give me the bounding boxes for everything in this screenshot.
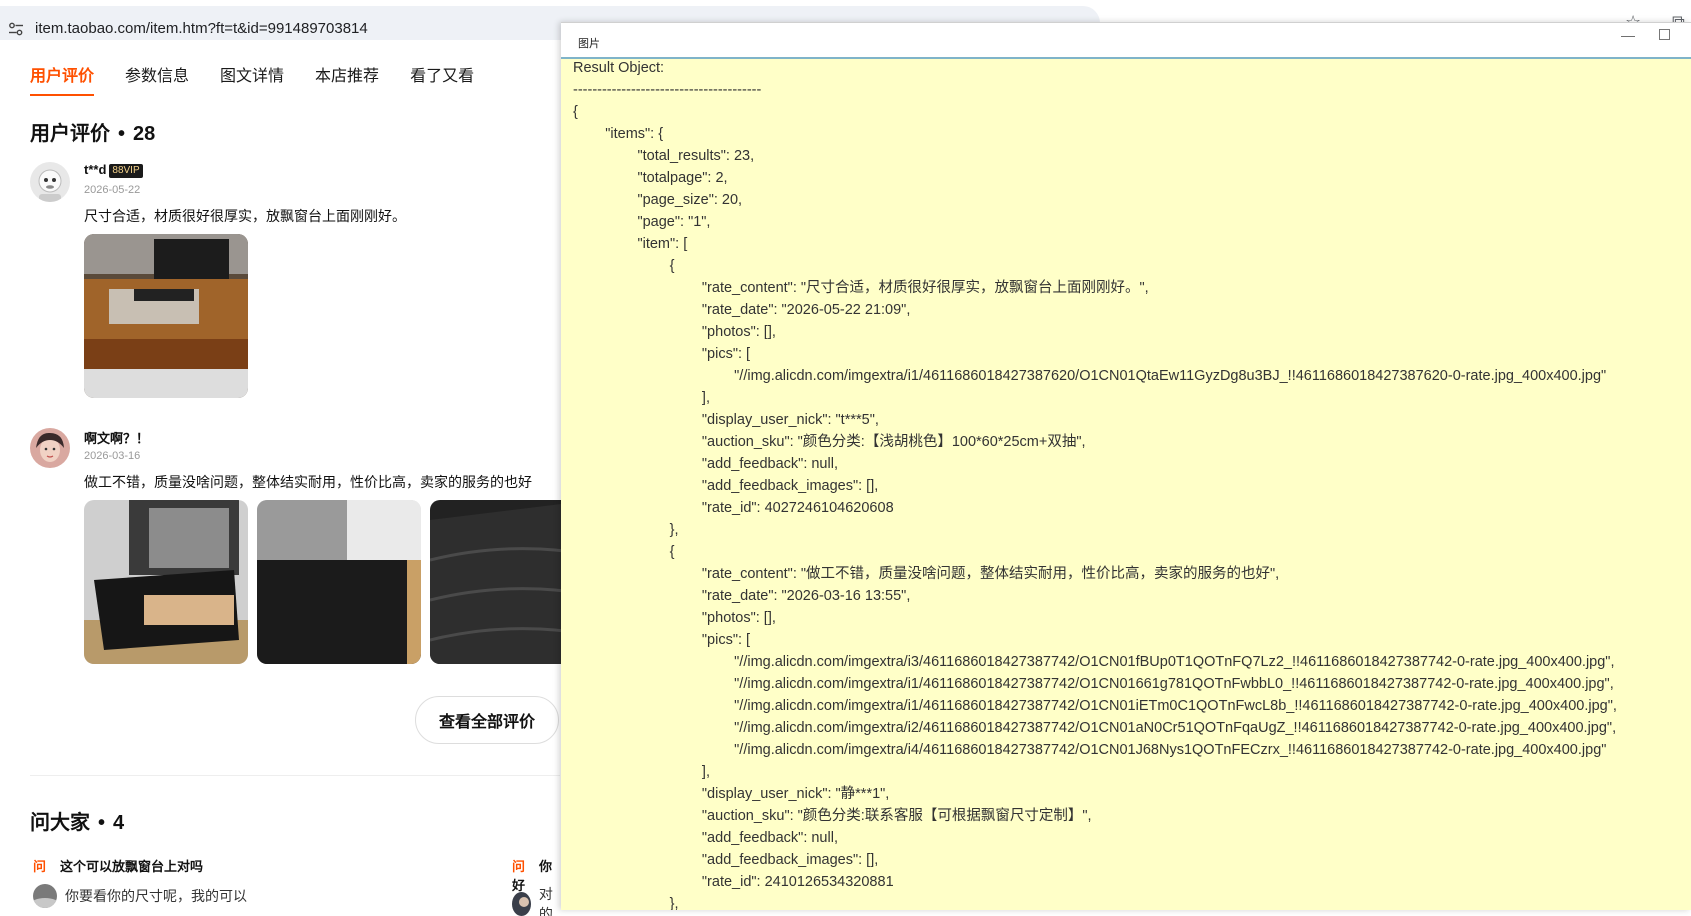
json-line: "rate_content": "做工不错，质量没啥问题，整体结实耐用，性价比高… — [573, 566, 1280, 582]
json-line: Result Object: — [573, 60, 665, 76]
json-line: "auction_sku": "颜色分类:联系客服【可根据飘窗尺寸定制】", — [573, 808, 1092, 824]
json-line: { — [573, 104, 578, 120]
answer-row: 你要看你的尺寸呢，我的可以 — [33, 884, 247, 908]
json-line: "//img.alicdn.com/imgextra/i2/4611686018… — [573, 720, 1617, 736]
avatar[interactable] — [30, 162, 70, 202]
json-line: "//img.alicdn.com/imgextra/i1/4611686018… — [573, 698, 1617, 714]
review-content: 做工不错，质量没啥问题，整体结实耐用，性价比高，卖家的服务的也好 — [84, 474, 532, 490]
view-all-reviews-button[interactable]: 查看全部评价 — [415, 696, 559, 744]
json-result-viewer: Result Object: --------------------------… — [561, 59, 1691, 910]
question-badge: 问 — [33, 859, 47, 874]
json-line: "add_feedback_images": [], — [573, 478, 879, 494]
reviews-count: 28 — [133, 123, 156, 145]
json-line: "rate_content": "尺寸合适，材质很好很厚实，放飘窗台上面刚刚好。… — [573, 280, 1149, 296]
tab-reviews[interactable]: 用户评价 — [30, 62, 95, 96]
json-line: "display_user_nick": "t***5", — [573, 412, 879, 428]
qa-item[interactable]: 问你好 对的 — [512, 856, 561, 916]
json-line: "//img.alicdn.com/imgextra/i1/4611686018… — [573, 368, 1607, 384]
json-line: "//img.alicdn.com/imgextra/i3/4611686018… — [573, 654, 1615, 670]
review-nick: 啊文啊？！ — [84, 431, 150, 446]
json-line: "auction_sku": "颜色分类:【浅胡桃色】100*60*25cm+双… — [573, 434, 1086, 450]
json-line: }, — [573, 896, 679, 910]
json-line: --------------------------------------- — [573, 82, 762, 98]
review-photo[interactable] — [84, 500, 248, 664]
json-line: "totalpage": 2, — [573, 170, 728, 186]
window-title: 图片 — [578, 38, 600, 50]
answer-text: 你要看你的尺寸呢，我的可以 — [65, 888, 247, 904]
json-line: }, — [573, 522, 679, 538]
json-line: "items": { — [573, 126, 664, 142]
review-date: 2026-05-22 — [84, 184, 141, 196]
review-photo[interactable] — [84, 234, 248, 398]
reviews-heading: 用户评价 • 28 — [30, 117, 155, 146]
review-nick: t**d 88VIP — [84, 162, 143, 178]
json-line: { — [573, 544, 675, 560]
tune-icon[interactable] — [8, 21, 24, 37]
reviews-title: 用户评价 — [30, 123, 110, 145]
tab-details[interactable]: 图文详情 — [220, 62, 284, 96]
review-content: 尺寸合适，材质很好很厚实，放飘窗台上面刚刚好。 — [84, 208, 406, 224]
review-nick-text: t**d — [84, 162, 107, 177]
review-item: t**d 88VIP 2026-05-22 尺寸合适，材质很好很厚实，放飘窗台上面… — [30, 162, 560, 412]
json-line: "rate_id": 2410126534320881 — [573, 874, 894, 890]
json-line: "pics": [ — [573, 632, 751, 648]
review-photo[interactable] — [257, 500, 421, 664]
qa-heading: 问大家 • 4 — [30, 806, 124, 835]
json-line: "photos": [], — [573, 610, 776, 626]
json-line: "photos": [], — [573, 324, 776, 340]
answer-text: 对的 — [538, 886, 553, 916]
json-line: "rate_date": "2026-03-16 13:55", — [573, 588, 911, 604]
json-line: "total_results": 23, — [573, 148, 755, 164]
json-line: ], — [573, 390, 710, 406]
minimize-icon[interactable]: — — [1621, 27, 1635, 43]
avatar[interactable] — [30, 428, 70, 468]
qa-item[interactable]: 问这个可以放飘窗台上对吗 你要看你的尺寸呢，我的可以 — [33, 856, 453, 908]
json-line: "pics": [ — [573, 346, 751, 362]
json-line: ], — [573, 764, 710, 780]
tab-params[interactable]: 参数信息 — [125, 62, 189, 96]
qa-count: 4 — [113, 812, 125, 834]
json-lines: Result Object: --------------------------… — [573, 59, 1617, 910]
vip-badge: 88VIP — [109, 164, 143, 178]
review-date: 2026-03-16 — [84, 450, 141, 462]
json-line: "rate_id": 4027246104620608 — [573, 500, 894, 516]
json-line: "rate_date": "2026-05-22 21:09", — [573, 302, 911, 318]
json-line: { — [573, 258, 675, 274]
image-viewer-window: 图片 — Result Object: ---------------------… — [561, 22, 1691, 910]
answer-row: 对的 — [512, 884, 561, 916]
title-separator: • — [118, 123, 126, 145]
review-photos — [84, 234, 257, 398]
json-line: "add_feedback_images": [], — [573, 852, 879, 868]
product-tabs: 用户评价 参数信息 图文详情 本店推荐 看了又看 — [30, 62, 505, 98]
qa-title: 问大家 — [30, 812, 90, 834]
tab-store-recommend[interactable]: 本店推荐 — [315, 62, 379, 96]
question-text: 这个可以放飘窗台上对吗 — [60, 859, 204, 874]
maximize-icon[interactable] — [1659, 29, 1670, 40]
window-titlebar[interactable]: 图片 — — [561, 22, 1691, 58]
title-separator: • — [98, 812, 106, 834]
json-line: "add_feedback": null, — [573, 830, 838, 846]
json-line: "//img.alicdn.com/imgextra/i1/4611686018… — [573, 676, 1614, 692]
avatar — [33, 884, 57, 908]
review-photos — [84, 500, 603, 664]
question-badge: 问 — [512, 859, 526, 874]
url-text[interactable]: item.taobao.com/item.htm?ft=t&id=9914897… — [35, 20, 368, 37]
avatar — [512, 892, 531, 916]
tab-also-viewed[interactable]: 看了又看 — [410, 62, 474, 96]
json-line: "//img.alicdn.com/imgextra/i4/4611686018… — [573, 742, 1607, 758]
section-divider — [30, 775, 560, 776]
json-line: "page_size": 20, — [573, 192, 743, 208]
json-line: "display_user_nick": "静***1", — [573, 786, 890, 802]
json-line: "add_feedback": null, — [573, 456, 838, 472]
json-line: "page": "1", — [573, 214, 711, 230]
json-line: "item": [ — [573, 236, 688, 252]
review-item: 啊文啊？！ 2026-03-16 做工不错，质量没啥问题，整体结实耐用，性价比高… — [30, 428, 594, 678]
